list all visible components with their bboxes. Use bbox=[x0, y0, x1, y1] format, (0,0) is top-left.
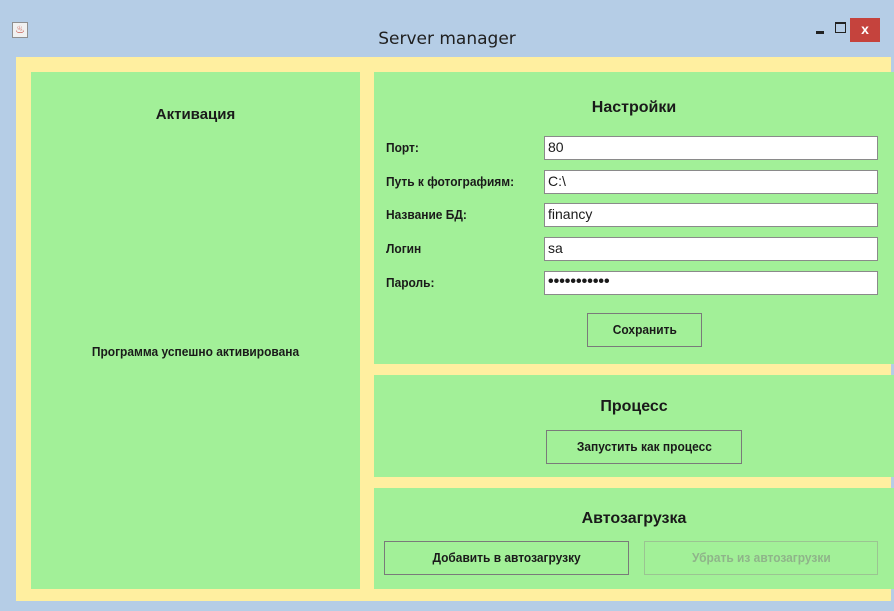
app-window: ♨ Server manager x Активация Программа у… bbox=[0, 0, 894, 611]
run-as-process-button[interactable]: Запустить как процесс bbox=[546, 430, 742, 464]
maximize-icon bbox=[834, 21, 846, 33]
activation-panel: Активация Программа успешно активирована bbox=[31, 72, 360, 589]
settings-panel: Настройки Порт: 80 Путь к фотографиям: C… bbox=[374, 72, 894, 364]
port-label: Порт: bbox=[386, 140, 419, 155]
minimize-icon bbox=[816, 30, 824, 34]
autoload-panel: Автозагрузка Добавить в автозагрузку Убр… bbox=[374, 488, 894, 589]
process-title: Процесс bbox=[600, 398, 668, 415]
autoload-title: Автозагрузка bbox=[581, 510, 687, 527]
password-label: Пароль: bbox=[386, 275, 435, 290]
activation-title: Активация bbox=[155, 106, 236, 123]
close-button[interactable]: x bbox=[850, 18, 880, 42]
activation-status: Программа успешно активирована bbox=[91, 344, 300, 359]
remove-from-autoload-label: Убрать из автозагрузки bbox=[691, 550, 831, 565]
content-area: Активация Программа успешно активирована… bbox=[16, 57, 894, 601]
window-title: Server manager bbox=[378, 29, 516, 49]
add-to-autoload-label: Добавить в автозагрузку bbox=[432, 550, 581, 565]
add-to-autoload-button[interactable]: Добавить в автозагрузку bbox=[384, 541, 629, 575]
login-label: Логин bbox=[386, 241, 422, 256]
password-input[interactable]: ••••••••••• bbox=[544, 271, 878, 295]
db-name-label: Название БД: bbox=[386, 207, 467, 222]
photo-path-input[interactable]: C:\ bbox=[544, 170, 878, 194]
db-name-input[interactable]: financy bbox=[544, 203, 878, 227]
remove-from-autoload-button[interactable]: Убрать из автозагрузки bbox=[644, 541, 878, 575]
save-button[interactable]: Сохранить bbox=[587, 313, 702, 347]
save-button-label: Сохранить bbox=[612, 322, 677, 337]
maximize-button[interactable] bbox=[832, 20, 848, 40]
minimize-button[interactable] bbox=[812, 20, 828, 40]
process-panel: Процесс Запустить как процесс bbox=[374, 375, 894, 477]
close-icon: x bbox=[861, 21, 869, 37]
settings-title: Настройки bbox=[591, 99, 677, 116]
port-input[interactable]: 80 bbox=[544, 136, 878, 160]
login-input[interactable]: sa bbox=[544, 237, 878, 261]
title-bar[interactable]: ♨ Server manager x bbox=[0, 0, 894, 56]
run-as-process-label: Запустить как процесс bbox=[576, 439, 712, 454]
photo-path-label: Путь к фотографиям: bbox=[386, 174, 515, 189]
